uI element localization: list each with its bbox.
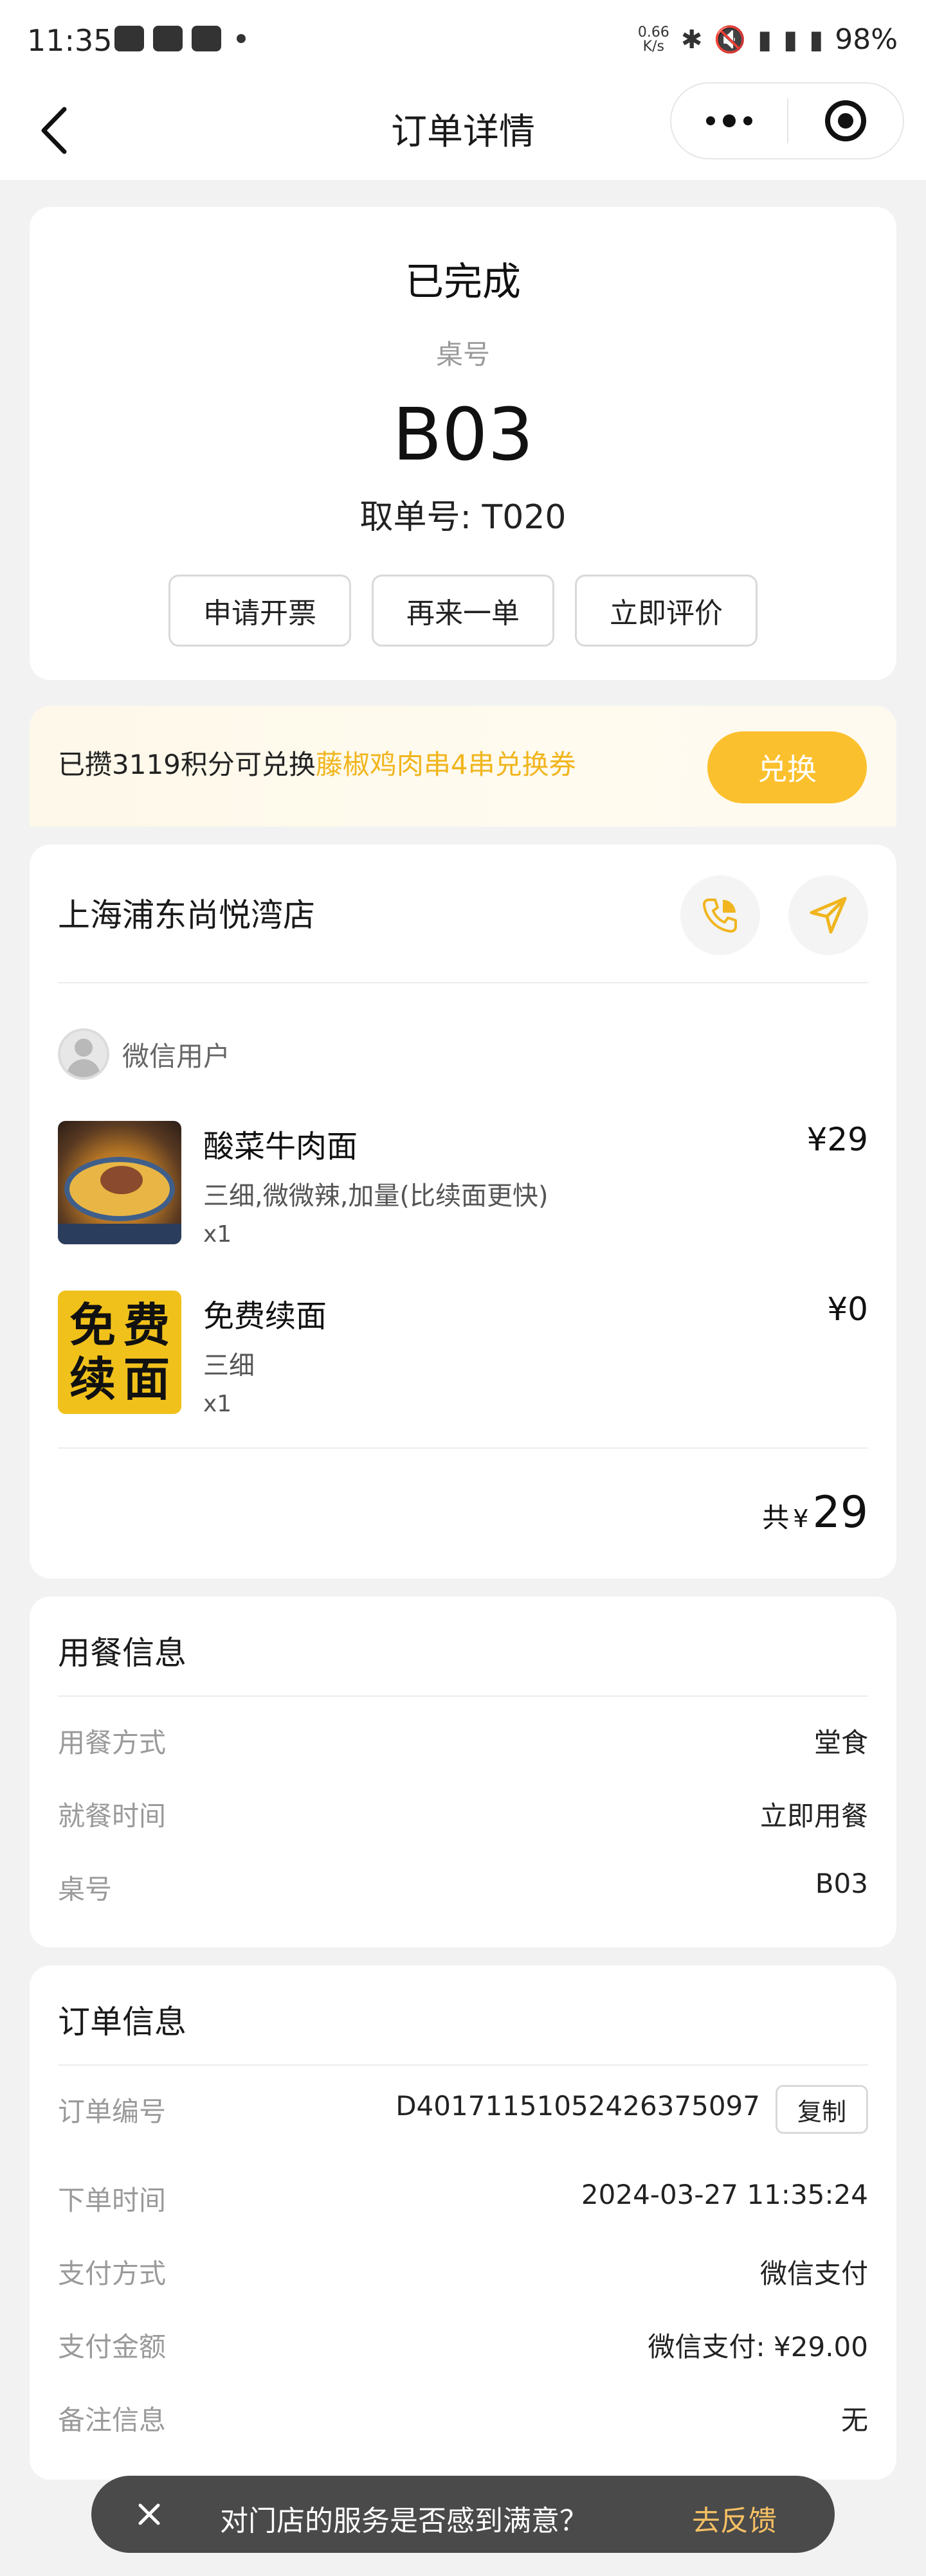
table-number: B03 [392, 393, 534, 477]
divider [58, 1447, 868, 1449]
section-title: 用餐信息 [58, 1634, 186, 1672]
item-image [58, 1121, 181, 1244]
order-status: 已完成 [405, 260, 521, 305]
item-name: 免费续面 [203, 1298, 327, 1334]
more-menu-button[interactable] [671, 84, 787, 158]
shop-card: 上海浦东尚悦湾店 微信用户 酸菜牛肉面 三细,微微辣,加量(比续面更快) x1 … [30, 845, 896, 1579]
item-quantity: x1 [203, 1221, 232, 1248]
gallery-icon [114, 26, 144, 51]
section-title: 订单信息 [58, 2003, 186, 2041]
info-row: 桌号 B03 [58, 1868, 868, 1905]
item-price: ¥0 [827, 1291, 868, 1328]
user-name: 微信用户 [122, 1040, 231, 1072]
divider [58, 982, 868, 983]
signal-5g-icon: ▮ [758, 24, 772, 55]
feedback-message: 对门店的服务是否感到满意？ [220, 2505, 588, 2537]
more-notifications-icon [237, 34, 246, 43]
close-toast-button[interactable] [130, 2495, 168, 2534]
network-speed: 0.66 K/s [637, 24, 669, 55]
status-right: 0.66 K/s ✱ 🔇 ▮ ▮ ▮ 98% [638, 23, 898, 56]
info-row: 备注信息 无 [58, 2404, 868, 2436]
item-quantity: x1 [203, 1391, 232, 1417]
info-row: 支付金额 微信支付: ¥29.00 [58, 2331, 868, 2363]
navigation-arrow-icon [810, 897, 847, 934]
divider [58, 2064, 868, 2066]
feedback-toast: 对门店的服务是否感到满意？ 去反馈 [91, 2476, 835, 2553]
dot-icon [743, 116, 752, 125]
status-bar: 11:35 0.66 K/s ✱ 🔇 ▮ ▮ ▮ 98% [0, 0, 926, 77]
divider [58, 1695, 868, 1697]
invoice-button[interactable]: 申请开票 [168, 575, 351, 647]
order-actions: 申请开票 再来一单 立即评价 [30, 575, 896, 647]
item-name: 酸菜牛肉面 [203, 1129, 358, 1165]
order-info-card: 订单信息 订单编号 D40171151052426375097 复制 下单时间 … [30, 1965, 896, 2480]
table-label: 桌号 [435, 339, 490, 370]
item-spec: 三细,微微辣,加量(比续面更快) [203, 1181, 549, 1211]
info-row: 支付方式 微信支付 [58, 2258, 868, 2289]
signal-5g-icon-2: ▮ [783, 24, 798, 55]
order-status-card: 已完成 桌号 B03 取单号: T020 申请开票 再来一单 立即评价 [30, 207, 896, 680]
order-total: 共 ¥ 29 [762, 1487, 868, 1538]
info-row: 用餐方式 堂食 [58, 1727, 868, 1758]
info-row: 下单时间 2024-03-27 11:35:24 [58, 2179, 868, 2216]
item-spec: 三细 [203, 1351, 255, 1381]
signal-icon: ▮ [809, 24, 824, 55]
order-item: 酸菜牛肉面 三细,微微辣,加量(比续面更快) x1 ¥29 [58, 1121, 868, 1249]
pickup-number: 取单号: T020 [359, 498, 567, 537]
mute-icon: 🔇 [714, 25, 747, 55]
status-time: 11:35 [27, 23, 113, 58]
feedback-link[interactable]: 去反馈 [692, 2498, 777, 2539]
points-text: 已攒3119积分可兑换藤椒鸡肉串4串兑换券 [58, 749, 576, 780]
bluetooth-icon: ✱ [680, 24, 703, 55]
exchange-button[interactable]: 兑换 [707, 731, 867, 803]
item-price: ¥29 [806, 1121, 868, 1158]
order-item: 免 费 续 面 免费续面 三细 x1 ¥0 [58, 1291, 868, 1419]
orderer: 微信用户 [58, 1028, 230, 1080]
shop-name: 上海浦东尚悦湾店 [58, 897, 315, 934]
points-banner: 已攒3119积分可兑换藤椒鸡肉串4串兑换券 兑换 [30, 706, 896, 827]
reorder-button[interactable]: 再来一单 [372, 575, 554, 647]
total-amount: 29 [812, 1487, 868, 1538]
nav-bar: 订单详情 [0, 77, 926, 180]
phone-icon [703, 899, 737, 933]
points-reward: 藤椒鸡肉串4串兑换券 [315, 749, 576, 780]
order-number: D40171151052426375097 [395, 2090, 760, 2122]
item-image: 免 费 续 面 [58, 1291, 181, 1414]
order-number-row: 订单编号 D40171151052426375097 复制 [58, 2085, 868, 2142]
copy-button[interactable]: 复制 [776, 2085, 868, 2134]
close-miniprogram-button[interactable] [788, 100, 903, 141]
navigate-button[interactable] [788, 875, 868, 955]
dining-info-card: 用餐信息 用餐方式 堂食 就餐时间 立即用餐 桌号 B03 [30, 1597, 896, 1947]
dot-icon [706, 116, 715, 125]
dot-icon [723, 114, 736, 127]
battery-level: 98% [835, 23, 898, 56]
miniprogram-capsule [670, 82, 904, 159]
info-row: 就餐时间 立即用餐 [58, 1800, 868, 1832]
call-shop-button[interactable] [680, 875, 760, 955]
notification-icons [114, 26, 246, 51]
close-icon [138, 2503, 160, 2525]
review-button[interactable]: 立即评价 [575, 575, 758, 647]
bottom-area [0, 2561, 926, 2576]
wechat-icon-2 [192, 26, 221, 51]
wechat-icon [153, 26, 183, 51]
target-icon [825, 100, 866, 141]
avatar [58, 1028, 109, 1080]
